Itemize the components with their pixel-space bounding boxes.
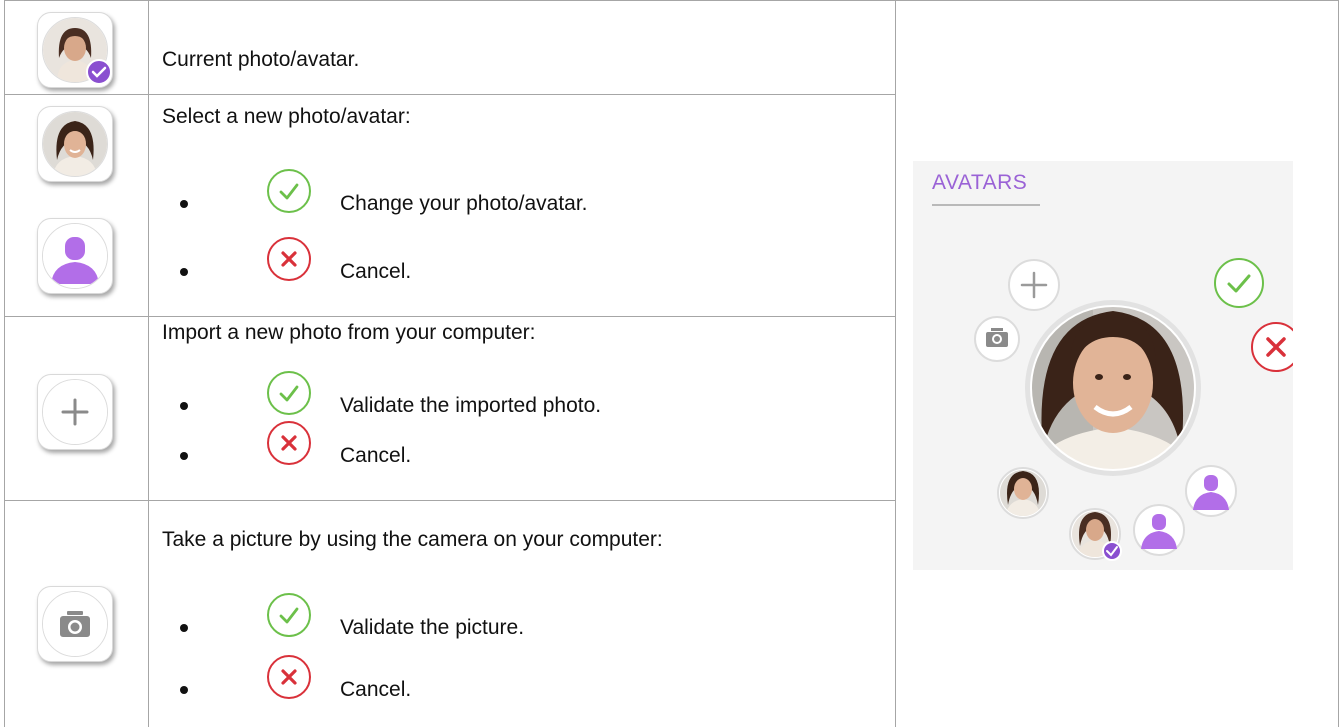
- bullet-text: Validate the picture.: [340, 616, 525, 639]
- check-circle-icon[interactable]: [266, 592, 312, 638]
- check-badge-icon: [86, 59, 112, 85]
- row-description: Select a new photo/avatar:: [162, 105, 411, 128]
- table-border-col2: [895, 0, 896, 727]
- table-border-right: [1338, 0, 1339, 727]
- row-divider-1: [4, 94, 896, 95]
- default-avatar-option[interactable]: [1185, 465, 1237, 517]
- cross-circle-icon[interactable]: [266, 420, 312, 466]
- current-avatar-option[interactable]: [1069, 508, 1122, 561]
- add-photo-button[interactable]: [1008, 259, 1060, 311]
- cancel-button[interactable]: [1251, 322, 1293, 372]
- bullet-dot: [180, 200, 188, 208]
- import-photo-thumb[interactable]: [37, 374, 113, 450]
- cross-circle-icon[interactable]: [266, 236, 312, 282]
- camera-button[interactable]: [974, 316, 1020, 362]
- table-border-col1: [148, 0, 149, 727]
- bullet-text: Cancel.: [340, 260, 412, 283]
- row-description: Import a new photo from your computer:: [162, 321, 536, 344]
- current-avatar-thumb: [37, 12, 113, 88]
- person-silhouette-icon: [42, 223, 108, 289]
- bullet-dot: [180, 402, 188, 410]
- avatars-panel: AVATARS: [913, 161, 1293, 570]
- row-divider-3: [4, 500, 896, 501]
- default-avatar-thumb[interactable]: [37, 218, 113, 294]
- default-avatar-option[interactable]: [1133, 504, 1185, 556]
- bullet-text: Cancel.: [340, 678, 412, 701]
- table-border-left: [4, 0, 5, 727]
- bullet-dot: [180, 268, 188, 276]
- photo-avatar-icon: [42, 111, 108, 177]
- cross-circle-icon[interactable]: [266, 654, 312, 700]
- plus-icon: [42, 379, 108, 445]
- bullet-dot: [180, 452, 188, 460]
- row-description: Current photo/avatar.: [162, 48, 360, 71]
- photo-avatar-thumb[interactable]: [37, 106, 113, 182]
- large-avatar-photo: [1025, 300, 1201, 476]
- check-circle-icon[interactable]: [266, 168, 312, 214]
- table-border-top: [4, 0, 1339, 1]
- camera-icon: [42, 591, 108, 657]
- camera-thumb[interactable]: [37, 586, 113, 662]
- check-circle-icon[interactable]: [266, 370, 312, 416]
- bullet-dot: [180, 686, 188, 694]
- row-divider-2: [4, 316, 896, 317]
- photo-avatar-option[interactable]: [997, 467, 1049, 519]
- row-description: Take a picture by using the camera on yo…: [162, 528, 663, 551]
- avatar-editor: [974, 258, 1293, 561]
- bullet-text: Cancel.: [340, 444, 412, 467]
- confirm-button[interactable]: [1214, 258, 1264, 308]
- bullet-text: Change your photo/avatar.: [340, 192, 588, 215]
- bullet-text: Validate the imported photo.: [340, 394, 602, 417]
- bullet-dot: [180, 624, 188, 632]
